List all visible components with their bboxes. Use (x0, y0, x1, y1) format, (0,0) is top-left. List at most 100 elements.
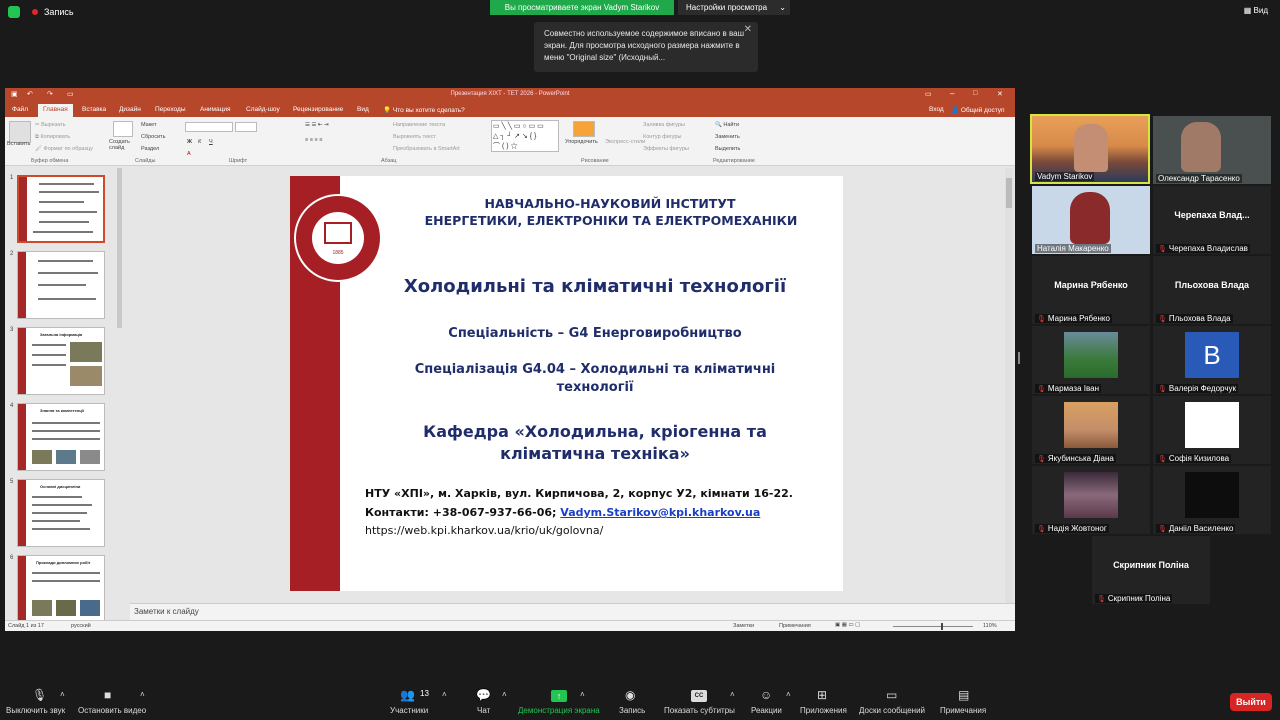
share-screen-icon[interactable]: ↑ (551, 690, 567, 702)
captions-icon[interactable]: CC (691, 690, 707, 702)
participant-tile-cherepakha[interactable]: Черепаха Влад... 🎙 Черепаха Владислав (1153, 186, 1271, 254)
participant-tile-daniil[interactable]: 🎙 Данііл Василенко (1153, 466, 1271, 534)
normal-view-icon[interactable]: ▣ ▦ ▭ ▢ (835, 622, 860, 628)
tab-review[interactable]: Рецензирование (293, 106, 343, 113)
tell-me-box[interactable]: 💡 Что вы хотите сделать? (383, 106, 465, 114)
slide-email-link[interactable]: Vadym.Starikov@kpi.kharkov.ua (560, 506, 760, 519)
format-painter-button[interactable]: 🖌 Формат по образцу (35, 146, 93, 152)
copy-button[interactable]: ⧉ Копировать (35, 134, 70, 141)
shapes-gallery[interactable]: ▭ ╲ ╲ ▭ ○ ▭ ▭ △ ┐ ┘ ↗ ↘ { } ⌒ ( ) ☆ (491, 120, 559, 152)
leave-meeting-button[interactable]: Выйти (1230, 693, 1272, 711)
slide-thumbnail-6[interactable]: Приклади дипломних робіт (17, 555, 105, 623)
apps-button[interactable]: Приложения (800, 706, 847, 715)
quick-styles-button[interactable]: Экспресс-стили (605, 139, 645, 145)
record-button[interactable]: Запись (619, 706, 645, 715)
tab-design[interactable]: Дизайн (119, 106, 141, 113)
captions-chevron-icon[interactable]: ˄ (730, 690, 735, 699)
reset-button[interactable]: Сбросить (141, 134, 165, 140)
slide-thumbnail-1[interactable] (17, 175, 105, 243)
shape-effects-button[interactable]: Эффекты фигуры (643, 146, 689, 152)
window-close-icon[interactable]: ✕ (997, 90, 1003, 98)
slide-scrollbar[interactable] (1005, 168, 1013, 608)
layout-button[interactable]: Макет (141, 122, 157, 128)
participant-tile-marmaza[interactable]: 🎙 Мармаза Іван (1032, 326, 1150, 394)
tab-file[interactable]: Файл (12, 106, 28, 113)
language-indicator[interactable]: русский (71, 623, 91, 629)
cut-button[interactable]: ✂ Вырезать (35, 122, 66, 128)
align-icons[interactable]: ≡ ≡ ≡ ≡ (305, 137, 322, 143)
find-button[interactable]: 🔍 Найти (715, 122, 739, 128)
slide-thumbnail-5[interactable]: Основні дисципліни (17, 479, 105, 547)
stop-video-button[interactable]: Остановить видео (78, 706, 146, 715)
participant-tile-vadym[interactable]: Vadym Starikov (1030, 114, 1150, 184)
participant-tile-plokhova[interactable]: Пльохова Влада 🎙 Пльохова Влада (1153, 256, 1271, 324)
participants-button[interactable]: Участники (390, 706, 428, 715)
notes-button[interactable]: Примечания (940, 706, 986, 715)
italic-icon[interactable]: К (198, 139, 201, 145)
tab-slideshow[interactable]: Слайд-шоу (246, 106, 280, 113)
share-chevron-icon[interactable]: ˄ (580, 690, 585, 699)
bold-icon[interactable]: Ж (187, 139, 192, 145)
participant-tile-valeria[interactable]: B 🎙 Валерія Федорчук (1153, 326, 1271, 394)
apps-icon[interactable]: ⊞ (817, 688, 827, 702)
share-screen-button[interactable]: Демонстрация экрана (518, 706, 600, 715)
sign-in-link[interactable]: Вход (929, 106, 944, 113)
participant-tile-oleksandr[interactable]: Олександр Тарасенко (1153, 116, 1271, 184)
thumbnails-scrollbar[interactable] (117, 168, 122, 328)
mute-button[interactable]: Выключить звук (6, 706, 65, 715)
participant-tile-natalia[interactable]: Наталія Макаренко (1032, 186, 1150, 254)
tab-home[interactable]: Главная (38, 104, 73, 117)
section-button[interactable]: Раздел (141, 146, 159, 152)
notes-pane[interactable]: Заметки к слайду (130, 603, 1015, 620)
replace-button[interactable]: Заменить (715, 134, 740, 140)
tab-insert[interactable]: Вставка (82, 106, 106, 113)
slide-thumbnail-4[interactable]: Знання та компетенції (17, 403, 105, 471)
gallery-resize-handle[interactable] (1018, 352, 1020, 364)
paste-button[interactable]: Вставить (7, 141, 30, 147)
text-direction-button[interactable]: Направление текста (393, 122, 445, 128)
reactions-chevron-icon[interactable]: ˄ (786, 690, 791, 699)
paste-icon[interactable] (9, 121, 31, 143)
participant-tile-sofia[interactable]: 🎙 Софія Кизилова (1153, 396, 1271, 464)
participant-tile-skrypnyk[interactable]: Скрипник Поліна 🎙 Скрипник Поліна (1092, 536, 1210, 604)
shape-outline-button[interactable]: Контур фигуры (643, 134, 681, 140)
chat-chevron-icon[interactable]: ˄ (502, 690, 507, 699)
participants-chevron-icon[interactable]: ˄ (442, 690, 447, 699)
participants-icon[interactable]: 👥 (400, 688, 415, 702)
chat-button[interactable]: Чат (477, 706, 490, 715)
slide-scrollbar-thumb[interactable] (1006, 178, 1012, 208)
view-button[interactable]: ▦ Вид (1244, 6, 1268, 15)
view-settings-button[interactable]: Настройки просмотра ⌄ (678, 0, 790, 15)
new-slide-icon[interactable] (113, 121, 133, 137)
notes-icon[interactable]: ▤ (958, 688, 969, 702)
tab-animations[interactable]: Анимация (200, 106, 231, 113)
video-options-chevron-icon[interactable]: ˄ (140, 690, 145, 699)
zoom-slider-thumb[interactable] (941, 623, 943, 630)
font-size-select[interactable] (235, 122, 257, 132)
minimize-icon[interactable]: – (950, 89, 954, 98)
zoom-slider[interactable] (893, 623, 973, 630)
ribbon-display-icon[interactable]: ▭ (925, 90, 932, 98)
tab-transitions[interactable]: Переходы (155, 106, 186, 113)
underline-icon[interactable]: Ч (209, 139, 213, 145)
close-icon[interactable]: ✕ (744, 24, 752, 36)
arrange-icon[interactable] (573, 121, 595, 137)
chat-icon[interactable]: 💬 (476, 688, 491, 702)
share-link[interactable]: 👤 Общий доступ (951, 106, 1005, 114)
tab-view[interactable]: Вид (357, 106, 369, 113)
audio-options-chevron-icon[interactable]: ˄ (60, 690, 65, 699)
video-camera-icon[interactable]: ■ (104, 688, 111, 702)
arrange-button[interactable]: Упорядочить (565, 139, 598, 145)
reactions-button[interactable]: Реакции (751, 706, 782, 715)
notes-toggle[interactable]: Заметки (733, 623, 754, 629)
slide-website[interactable]: https://web.kpi.kharkov.ua/krio/uk/golov… (365, 524, 603, 537)
security-shield-icon[interactable] (8, 6, 20, 18)
recording-indicator[interactable]: Запись (8, 6, 74, 18)
zoom-level[interactable]: 110% (983, 623, 997, 629)
participant-tile-nadia[interactable]: 🎙 Надія Жовтоног (1032, 466, 1150, 534)
align-text-button[interactable]: Выровнять текст (393, 134, 436, 140)
participant-tile-maryna[interactable]: Марина Рябенко 🎙 Марина Рябенко (1032, 256, 1150, 324)
slide-thumbnail-3[interactable]: Загальна інформація (17, 327, 105, 395)
participant-tile-yakubynska[interactable]: 🎙 Якубинська Діана (1032, 396, 1150, 464)
whiteboards-button[interactable]: Доски сообщений (859, 706, 925, 715)
